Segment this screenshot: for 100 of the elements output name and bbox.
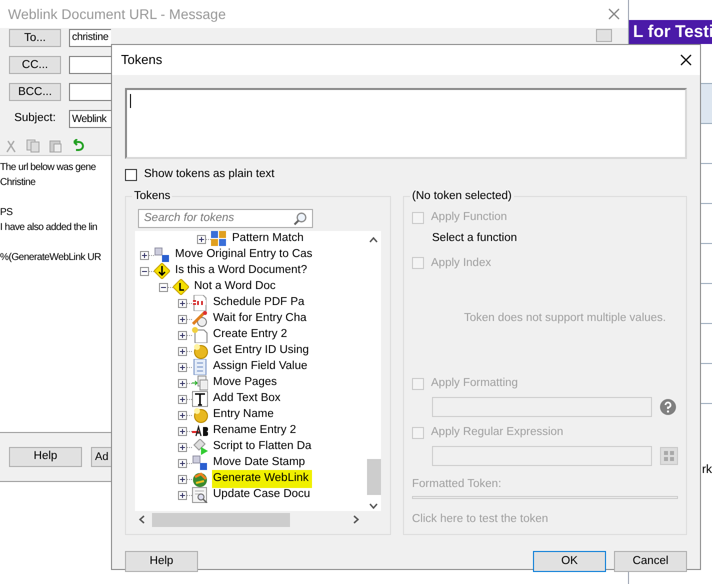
rename-icon: [192, 423, 208, 439]
expander-toggle[interactable]: [178, 426, 187, 436]
scissors-icon: [4, 138, 18, 152]
expander-toggle[interactable]: [140, 250, 149, 260]
dialog-button[interactable]: Help: [125, 551, 198, 572]
tree-item[interactable]: Add Text Box: [212, 390, 284, 408]
expander-toggle[interactable]: [178, 410, 187, 420]
checkbox[interactable]: [125, 169, 137, 181]
subject-label: Subject:: [13, 111, 57, 126]
dialog-button[interactable]: Ad: [91, 447, 111, 467]
plus-icon: [179, 428, 186, 434]
plus-icon: [179, 492, 186, 498]
plus-icon: [179, 364, 186, 370]
form-icon: [192, 359, 208, 375]
message-line: %(GenerateWebLink UR: [0, 251, 101, 265]
plus-icon: [179, 316, 186, 322]
tree-item[interactable]: Get Entry ID Using: [212, 342, 312, 360]
window-title: Weblink Document URL - Message: [8, 4, 226, 24]
squares-icon: [192, 455, 208, 471]
tree-item[interactable]: Update Case Docu: [212, 486, 314, 504]
expander-toggle[interactable]: [178, 394, 187, 404]
tree-item[interactable]: Move Date Stamp: [212, 454, 308, 472]
recipient-field[interactable]: christine: [69, 29, 111, 47]
plus-icon: [179, 332, 186, 338]
recipient-button[interactable]: BCC...: [9, 83, 61, 101]
hint-text: Select a function: [432, 231, 518, 246]
script-icon: [192, 439, 208, 455]
expander-toggle[interactable]: [178, 442, 187, 452]
recipient-field[interactable]: [69, 56, 111, 74]
scroll-thumb[interactable]: [367, 459, 381, 495]
text-field[interactable]: [432, 396, 652, 416]
tree-item[interactable]: Rename Entry 2: [212, 422, 300, 440]
coin-icon: [192, 407, 208, 423]
checkbox-label: Show tokens as plain text: [144, 167, 274, 182]
plus-icon: [141, 252, 148, 258]
new-document-icon: [192, 327, 208, 343]
subject-field[interactable]: Weblink: [69, 110, 111, 128]
expander-toggle[interactable]: [178, 330, 187, 340]
expander-toggle[interactable]: [178, 490, 187, 500]
checkbox-label: Apply Formatting: [431, 376, 518, 391]
diamond-icon: [154, 263, 170, 279]
expander-toggle[interactable]: [178, 346, 187, 356]
close-icon: [680, 54, 692, 66]
pencil-clock-icon: [192, 311, 208, 327]
dialog-button[interactable]: Cancel: [614, 551, 687, 572]
plus-icon: [179, 380, 186, 386]
expander-toggle[interactable]: [178, 458, 187, 468]
formatted-token-field[interactable]: [412, 496, 678, 499]
group-title: (No token selected): [410, 189, 514, 203]
tree-item[interactable]: Create Entry 2: [212, 326, 290, 344]
pages-icon: [192, 375, 208, 391]
expander-toggle[interactable]: [178, 474, 187, 484]
checkbox-label: Apply Regular Expression: [431, 424, 564, 440]
tree-item[interactable]: Script to Flatten Da: [212, 438, 314, 456]
tree-item[interactable]: Not a Word Doc: [193, 278, 279, 296]
message-line: I have also added the lin: [0, 221, 98, 235]
coin-icon: [192, 343, 208, 359]
expander-toggle[interactable]: [140, 266, 149, 276]
pdf-file-icon: [192, 295, 208, 311]
message-line: The url below was gene: [0, 161, 96, 175]
plus-icon: [179, 300, 186, 306]
copy-icon: [26, 138, 40, 152]
recipient-field[interactable]: [69, 83, 111, 101]
plus-icon: [198, 236, 205, 242]
plus-icon: [179, 460, 186, 466]
expander-toggle[interactable]: [178, 298, 187, 308]
expander-toggle[interactable]: [178, 314, 187, 324]
recipient-button[interactable]: CC...: [9, 56, 61, 74]
expander-toggle[interactable]: [178, 378, 187, 388]
squares-icon: [154, 247, 170, 263]
scroll-thumb[interactable]: [152, 513, 290, 527]
message-line: PS: [0, 206, 12, 220]
tree-item[interactable]: Move Pages: [212, 374, 280, 392]
expander-toggle[interactable]: [197, 234, 206, 244]
text-field[interactable]: [432, 446, 652, 466]
plus-icon: [179, 412, 186, 418]
tree-item[interactable]: Entry Name: [212, 406, 277, 424]
text-icon: [192, 391, 208, 407]
tree-item[interactable]: Move Original Entry to Cas: [174, 246, 316, 264]
dialog-button[interactable]: Help: [9, 447, 82, 467]
search-field[interactable]: Search for tokens: [138, 209, 313, 228]
tree-item[interactable]: Schedule PDF Pa: [212, 294, 308, 312]
plus-icon: [179, 348, 186, 354]
tree-item[interactable]: Pattern Match: [231, 231, 307, 248]
plus-icon: [179, 476, 186, 482]
tree-item[interactable]: Assign Field Value: [212, 358, 310, 376]
token-text-area[interactable]: [125, 88, 687, 159]
expander-toggle[interactable]: [159, 282, 168, 292]
recipient-button[interactable]: To...: [9, 29, 61, 47]
close-icon: [608, 8, 620, 20]
expander-toggle[interactable]: [178, 362, 187, 372]
document-magnifier-icon: [192, 487, 208, 503]
tree-item[interactable]: Wait for Entry Cha: [212, 310, 310, 328]
checkbox-label: Apply Index: [431, 256, 492, 271]
dialog-button[interactable]: OK: [533, 551, 606, 572]
plus-icon: [179, 444, 186, 450]
plus-icon: [179, 396, 186, 402]
checkbox-label: Apply Function: [431, 210, 508, 226]
tree-item[interactable]: Is this a Word Document?: [174, 262, 310, 280]
tree-item[interactable]: Generate WebLink: [212, 470, 312, 488]
